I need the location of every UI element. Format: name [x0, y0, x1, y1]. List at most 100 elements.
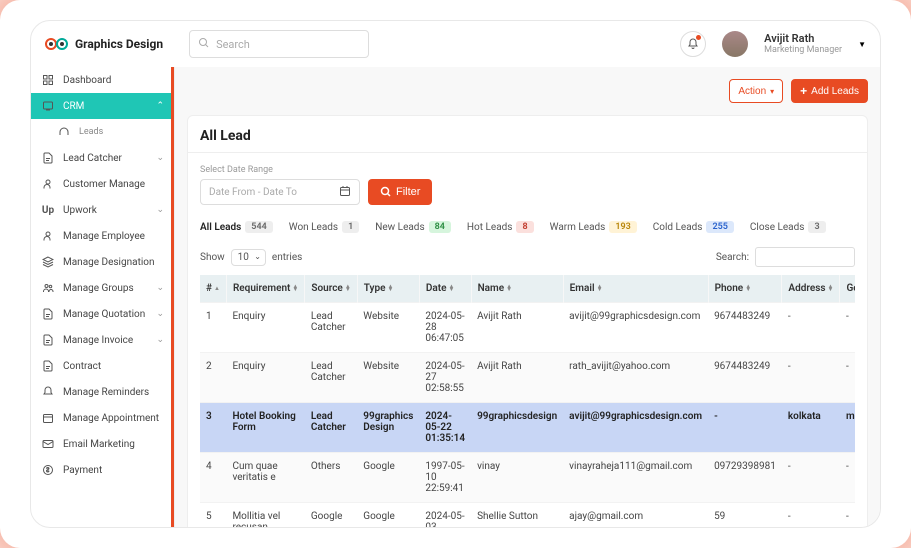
table-row[interactable]: 1EnquiryLead CatcherWebsite2024-05-28 06… [200, 303, 855, 353]
table-cell: 4 [200, 453, 226, 503]
action-dropdown[interactable]: Action ▾ [729, 79, 783, 103]
grid-icon [41, 74, 55, 86]
chevron-down-icon: ⌄ [254, 252, 261, 261]
calendar-icon [339, 185, 351, 200]
column-header[interactable]: Phone▲▼ [708, 275, 782, 303]
sidebar-item-lead-catcher[interactable]: Lead Catcher⌄ [31, 145, 174, 171]
table-cell: 2024-05-03 14:44:56 [419, 503, 471, 528]
table-cell: rath_avijit@yahoo.com [563, 353, 708, 403]
sidebar-item-manage-invoice[interactable]: Manage Invoice⌄ [31, 327, 174, 353]
user-menu[interactable]: Avijit Rath Marketing Manager [764, 32, 842, 56]
tab-new-leads[interactable]: New Leads84 [375, 217, 451, 237]
table-cell: vinayraheja111@gmail.com [563, 453, 708, 503]
tab-all-leads[interactable]: All Leads544 [200, 217, 273, 237]
chevron-down-icon: ▾ [770, 87, 774, 96]
group-icon [41, 282, 55, 294]
logo-icon [45, 36, 69, 52]
logo[interactable]: Graphics Design [45, 36, 163, 52]
table-cell: - [840, 353, 855, 403]
sidebar-item-customer-manage[interactable]: Customer Manage [31, 171, 174, 197]
table-cell: Shellie Sutton [471, 503, 563, 528]
person-icon [41, 230, 55, 242]
person-icon [41, 178, 55, 190]
tab-count-badge: 544 [245, 221, 272, 233]
sidebar-item-label: Manage Appointment [63, 413, 164, 424]
tab-label: Warm Leads [550, 222, 606, 233]
filter-button[interactable]: Filter [368, 179, 432, 205]
table-search-label: Search: [716, 252, 749, 263]
sidebar-item-label: Manage Invoice [63, 335, 148, 346]
chevron-down-icon: ⌄ [156, 205, 164, 215]
sort-icon: ▲▼ [292, 285, 298, 292]
table-cell: Cum quae veritatis e [226, 453, 304, 503]
table-cell: Website [357, 353, 419, 403]
chevron-down-icon: ⌄ [156, 309, 164, 319]
column-header[interactable]: #▲ [200, 275, 226, 303]
sidebar-item-email-marketing[interactable]: Email Marketing [31, 431, 174, 457]
table-row[interactable]: 3Hotel Booking FormLead Catcher99graphic… [200, 403, 855, 453]
table-cell: 9674483249 [708, 353, 782, 403]
doc-icon [41, 360, 55, 372]
sidebar-item-upwork[interactable]: UpUpwork⌄ [31, 197, 174, 223]
table-row[interactable]: 5Mollitia vel recusanGoogleGoogle2024-05… [200, 503, 855, 528]
column-header[interactable]: Requirement▲▼ [226, 275, 304, 303]
tab-count-badge: 1 [342, 221, 359, 233]
sidebar-item-manage-reminders[interactable]: Manage Reminders [31, 379, 174, 405]
date-range-input[interactable]: Date From - Date To [200, 179, 360, 205]
tab-hot-leads[interactable]: Hot Leads8 [467, 217, 534, 237]
tab-close-leads[interactable]: Close Leads3 [750, 217, 826, 237]
column-header[interactable]: Name▲▼ [471, 275, 563, 303]
table-cell: - [708, 403, 782, 453]
table-cell: Google [305, 503, 357, 528]
table-search-input[interactable] [755, 247, 855, 267]
leads-table: #▲Requirement▲▼Source▲▼Type▲▼Date▲▼Name▲… [200, 275, 855, 527]
table-cell: 5 [200, 503, 226, 528]
brand-name: Graphics Design [75, 37, 163, 51]
sidebar-item-dashboard[interactable]: Dashboard [31, 67, 174, 93]
tab-cold-leads[interactable]: Cold Leads255 [653, 217, 734, 237]
sidebar-item-crm[interactable]: CRM⌃ [31, 93, 174, 119]
sidebar-item-leads[interactable]: Leads [31, 119, 174, 145]
search-icon [380, 186, 392, 198]
table-cell: 59 [708, 503, 782, 528]
filter-label: Select Date Range [200, 165, 855, 175]
sort-icon: ▲▼ [828, 285, 834, 292]
table-cell: 1 [200, 303, 226, 353]
layers-icon [41, 256, 55, 268]
user-role: Marketing Manager [764, 45, 842, 56]
sort-icon: ▲▼ [388, 285, 394, 292]
entries-select[interactable]: 10 ⌄ [231, 249, 266, 266]
add-leads-button[interactable]: + Add Leads [791, 79, 868, 103]
sidebar-item-contract[interactable]: Contract [31, 353, 174, 379]
column-header[interactable]: Date▲▼ [419, 275, 471, 303]
page-title: All Lead [200, 128, 855, 144]
table-cell: 99graphics Design [357, 403, 419, 453]
sidebar-item-label: Manage Reminders [63, 387, 164, 398]
search-icon [198, 37, 210, 52]
table-row[interactable]: 2EnquiryLead CatcherWebsite2024-05-27 02… [200, 353, 855, 403]
table-cell: male [840, 403, 855, 453]
sidebar-item-manage-quotation[interactable]: Manage Quotation⌄ [31, 301, 174, 327]
table-cell: - [782, 453, 840, 503]
sidebar-item-payment[interactable]: Payment [31, 457, 174, 483]
table-cell: avijit@99graphicsdesign.com [563, 403, 708, 453]
tab-warm-leads[interactable]: Warm Leads193 [550, 217, 637, 237]
column-header[interactable]: Address▲▼ [782, 275, 840, 303]
sidebar-item-manage-designation[interactable]: Manage Designation [31, 249, 174, 275]
notifications-button[interactable] [680, 31, 706, 57]
column-header[interactable]: Gender▲▼ [840, 275, 855, 303]
column-header[interactable]: Email▲▼ [563, 275, 708, 303]
table-cell: Lead Catcher [305, 353, 357, 403]
sidebar-item-manage-groups[interactable]: Manage Groups⌄ [31, 275, 174, 301]
search-input[interactable]: Search [189, 30, 369, 58]
tab-label: Cold Leads [653, 222, 703, 233]
tab-won-leads[interactable]: Won Leads1 [289, 217, 360, 237]
table-row[interactable]: 4Cum quae veritatis eOthersGoogle1997-05… [200, 453, 855, 503]
sidebar-item-label: Lead Catcher [63, 153, 148, 164]
sidebar-item-manage-appointment[interactable]: Manage Appointment [31, 405, 174, 431]
sidebar-item-manage-employee[interactable]: Manage Employee [31, 223, 174, 249]
user-avatar[interactable] [722, 31, 748, 57]
column-header[interactable]: Source▲▼ [305, 275, 357, 303]
column-header[interactable]: Type▲▼ [357, 275, 419, 303]
table-cell: Hotel Booking Form [226, 403, 304, 453]
